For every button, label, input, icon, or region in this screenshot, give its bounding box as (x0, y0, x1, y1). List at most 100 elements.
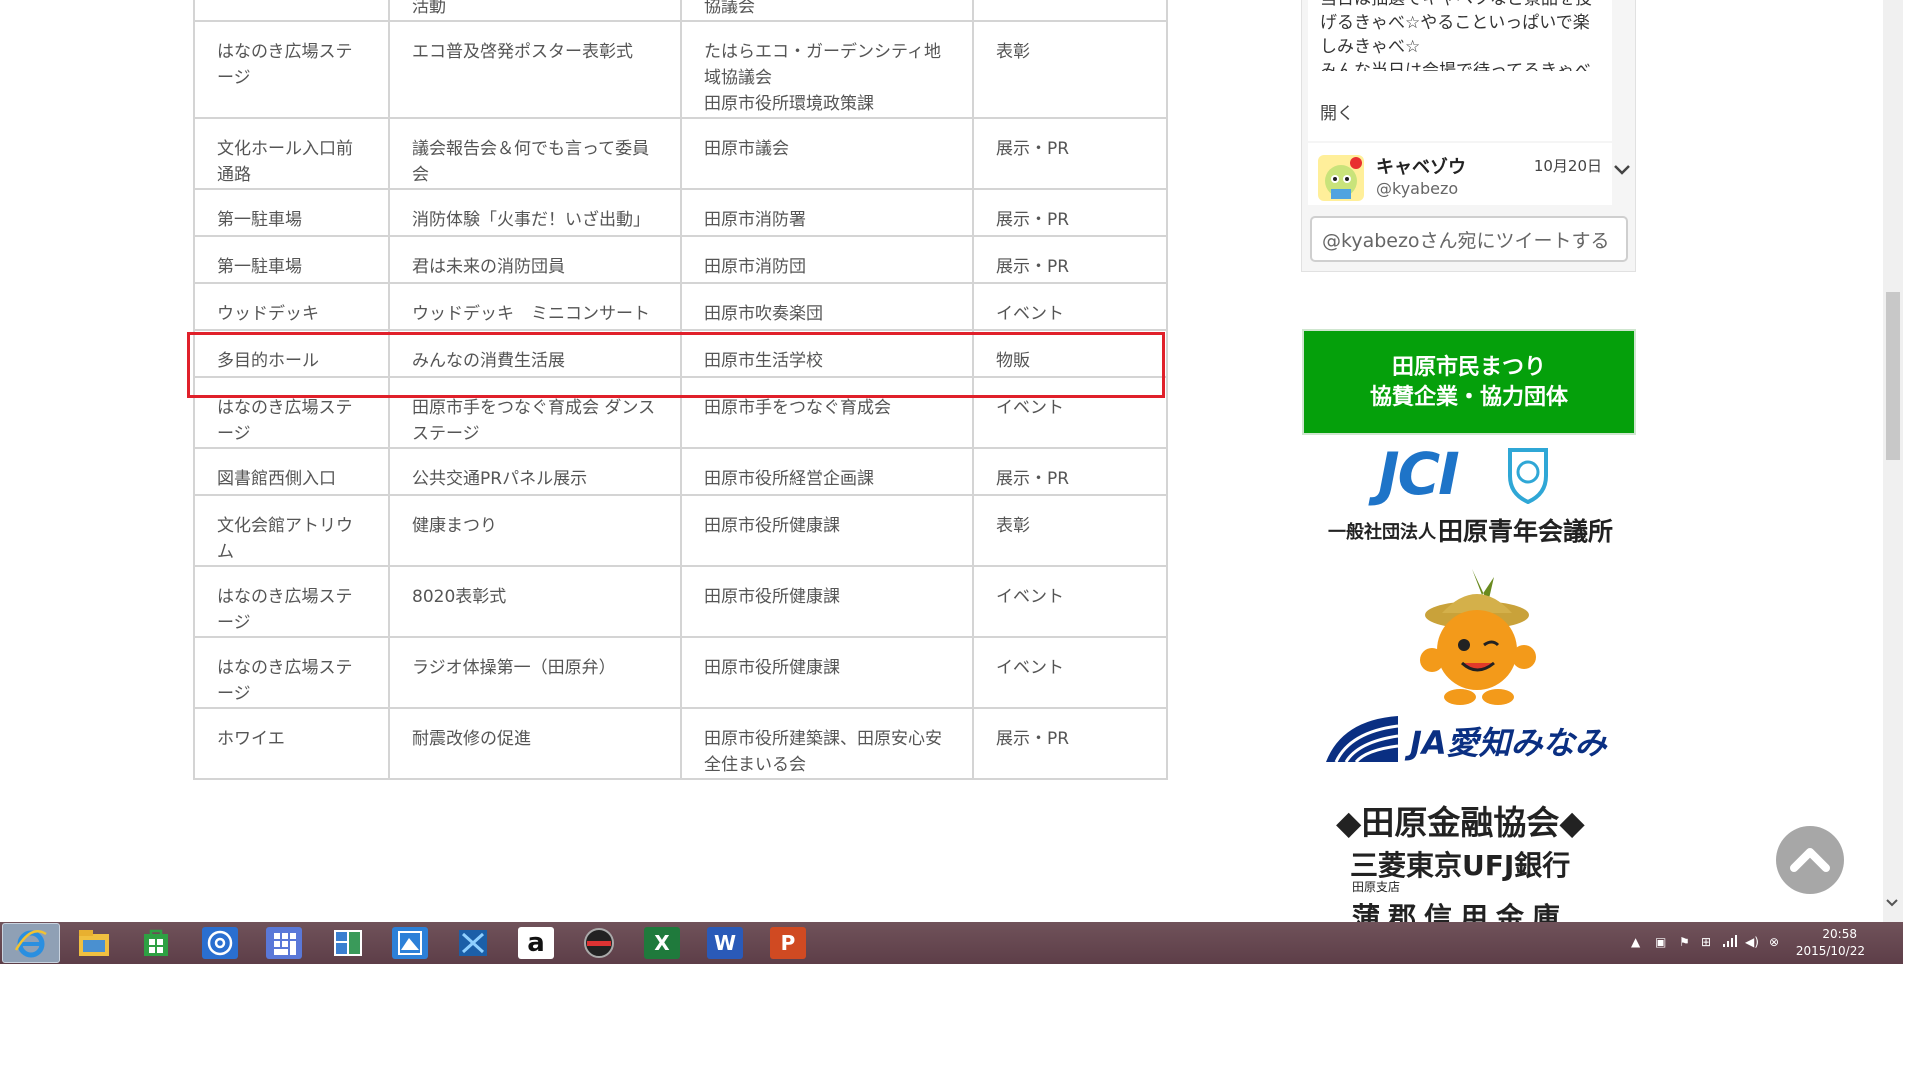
table-row: ウッドデッキ ウッドデッキ ミニコンサート 田原市吹奏楽団 イベント (193, 282, 1168, 331)
table-cell-type: 展示・PR (972, 707, 1168, 780)
table-cell-org: 田原市消防署 (680, 188, 974, 237)
ja-mark-icon (1326, 716, 1399, 764)
table-cell-place: 図書館西側入口 (193, 447, 390, 496)
tweet-open-link[interactable]: 開く (1320, 99, 1354, 124)
excel-icon[interactable]: X (644, 927, 680, 959)
table-cell-type: イベント (972, 636, 1168, 709)
table-cell-place (193, 0, 390, 22)
table-cell-place: 文化ホール入口前通路 (193, 117, 390, 190)
table-row: 文化ホール入口前通路 議会報告会＆何でも言って委員会 田原市議会 展示・PR (193, 117, 1168, 190)
tweet-date[interactable]: 10月20日 (1534, 155, 1602, 176)
table-cell-place: はなのき広場ステージ (193, 20, 390, 119)
tray-app-icon[interactable]: ▣ (1655, 935, 1666, 949)
flag-icon[interactable]: ⚑ (1679, 935, 1690, 949)
table-cell-place: 多目的ホール (193, 329, 390, 378)
table-cell-type (972, 0, 1168, 22)
chevron-down-icon[interactable] (1613, 157, 1631, 181)
ja-name: JA愛知みなみ (1410, 724, 1607, 762)
table-cell-org: 田原市役所経営企画課 (680, 447, 974, 496)
table-cell-place: 第一駐車場 (193, 235, 390, 284)
table-row: 第一駐車場 君は未来の消防団員 田原市消防団 展示・PR (193, 235, 1168, 284)
ja-mascot-image[interactable] (1402, 565, 1552, 715)
media-app-icon[interactable] (581, 927, 617, 959)
tray-arrow-icon[interactable]: ▲ (1631, 935, 1640, 949)
shinkin-name: 蒲郡信用金庫 (1352, 901, 1569, 922)
table-cell-name: ウッドデッキ ミニコンサート (388, 282, 682, 331)
table-cell-type: イベント (972, 565, 1168, 638)
clock-time[interactable]: 20:58 (1822, 927, 1857, 941)
calculator-icon[interactable] (266, 927, 302, 959)
table-cell-type: 展示・PR (972, 447, 1168, 496)
scroll-down-icon[interactable] (1885, 896, 1899, 912)
tweet-user-handle[interactable]: @kyabezo (1376, 179, 1458, 198)
table-cell-place: ウッドデッキ (193, 282, 390, 331)
sponsor-banner[interactable]: 田原市民まつり 協賛企業・協力団体 (1302, 329, 1636, 435)
twitter-widget: 当日は抽選でキャベツなど景品を投げるきゃべ☆やることいっぱいで楽しみきゃべ☆ み… (1301, 0, 1636, 272)
table-row: 活動 協議会 (193, 0, 1168, 22)
kinyu-sponsor-logo[interactable]: ◆田原金融協会◆ 三菱東京UFJ銀行 田原支店 蒲郡信用金庫 (1330, 796, 1630, 922)
sponsor-banner-line1: 田原市民まつり (1391, 355, 1546, 380)
table-cell-org: 協議会 (680, 0, 974, 22)
powerpoint-letter: P (780, 931, 796, 955)
table-cell-name: 議会報告会＆何でも言って委員会 (388, 117, 682, 190)
sponsor-banner-line2: 協賛企業・協力団体 (1369, 385, 1568, 410)
tweet-user-name[interactable]: キャベゾウ (1376, 153, 1466, 179)
ie-icon[interactable] (2, 923, 60, 963)
table-row: はなのき広場ステージ ラジオ体操第一（田原弁） 田原市役所健康課 イベント (193, 636, 1168, 709)
avatar[interactable] (1318, 155, 1364, 201)
signal-icon[interactable] (1723, 935, 1737, 950)
table-cell-name: 公共交通PRパネル展示 (388, 447, 682, 496)
table-cell-place: はなのき広場ステージ (193, 565, 390, 638)
browser-viewport: 活動 協議会 はなのき広場ステージ エコ普及啓発ポスター表彰式 たはらエコ・ガーデンシテ… (0, 0, 1903, 922)
table-cell-type: イベント (972, 376, 1168, 449)
table-cell-name: 耐震改修の促進 (388, 707, 682, 780)
table-cell-org: 田原市議会 (680, 117, 974, 190)
page-scrollbar[interactable] (1883, 0, 1903, 922)
scroll-thumb[interactable] (1886, 292, 1900, 460)
table-cell-type: 展示・PR (972, 117, 1168, 190)
events-table: 活動 協議会 はなのき広場ステージ エコ普及啓発ポスター表彰式 たはらエコ・ガーデンシテ… (193, 0, 1168, 780)
table-row: 図書館西側入口 公共交通PRパネル展示 田原市役所経営企画課 展示・PR (193, 447, 1168, 496)
table-cell-place: はなのき広場ステージ (193, 636, 390, 709)
table-cell-type: イベント (972, 282, 1168, 331)
table-cell-name: 健康まつり (388, 494, 682, 567)
table-cell-type: 物販 (972, 329, 1168, 378)
kinyu-title: ◆田原金融協会◆ (1336, 803, 1585, 842)
tweet-compose-button[interactable]: @kyabezoさん宛にツイートする (1310, 216, 1628, 262)
close-circle-icon[interactable]: ⊗ (1769, 935, 1779, 949)
table-cell-org: 田原市生活学校 (680, 329, 974, 378)
bank-branch: 田原支店 (1352, 880, 1401, 894)
clock-date[interactable]: 2015/10/22 (1796, 944, 1865, 958)
table-cell-place: ホワイエ (193, 707, 390, 780)
network-app-icon[interactable] (455, 927, 491, 959)
table-cell-name: みんなの消費生活展 (388, 329, 682, 378)
volume-icon[interactable]: ◀) (1745, 935, 1759, 949)
windows-tiles-icon[interactable] (330, 927, 366, 959)
table-cell-org: たはらエコ・ガーデンシティ地域協議会 田原市役所環境政策課 (680, 20, 974, 119)
table-cell-name: ラジオ体操第一（田原弁） (388, 636, 682, 709)
table-cell-type: 展示・PR (972, 235, 1168, 284)
ja-sponsor-logo[interactable]: JA愛知みなみ (1322, 710, 1622, 770)
table-cell-type: 表彰 (972, 494, 1168, 567)
table-cell-org: 田原市役所健康課 (680, 494, 974, 567)
powerpoint-icon[interactable]: P (770, 927, 806, 959)
kyabezo-avatar-icon (1325, 157, 1362, 199)
jci-shield-icon (1508, 448, 1548, 504)
word-icon[interactable]: W (707, 927, 743, 959)
mail-icon[interactable] (202, 927, 238, 959)
tweet-item[interactable]: キャベゾウ @kyabezo 10月20日 (1308, 143, 1612, 205)
excel-letter: X (654, 931, 670, 955)
table-cell-org: 田原市手をつなぐ育成会 (680, 376, 974, 449)
amazon-icon[interactable]: a (518, 927, 554, 959)
photos-icon[interactable] (392, 927, 428, 959)
table-cell-type: 展示・PR (972, 188, 1168, 237)
word-letter: W (713, 931, 737, 955)
back-to-top-button[interactable] (1776, 826, 1844, 894)
table-row: 第一駐車場 消防体験「火事だ！いざ出動」 田原市消防署 展示・PR (193, 188, 1168, 237)
table-cell-name: 田原市手をつなぐ育成会 ダンスステージ (388, 376, 682, 449)
store-icon[interactable] (138, 927, 174, 959)
windows-icon[interactable]: ⊞ (1701, 935, 1711, 949)
jci-sponsor-logo[interactable]: JCI 一般社団法人 田原青年会議所 (1320, 440, 1620, 548)
table-cell-org: 田原市吹奏楽団 (680, 282, 974, 331)
explorer-icon[interactable] (76, 927, 112, 959)
